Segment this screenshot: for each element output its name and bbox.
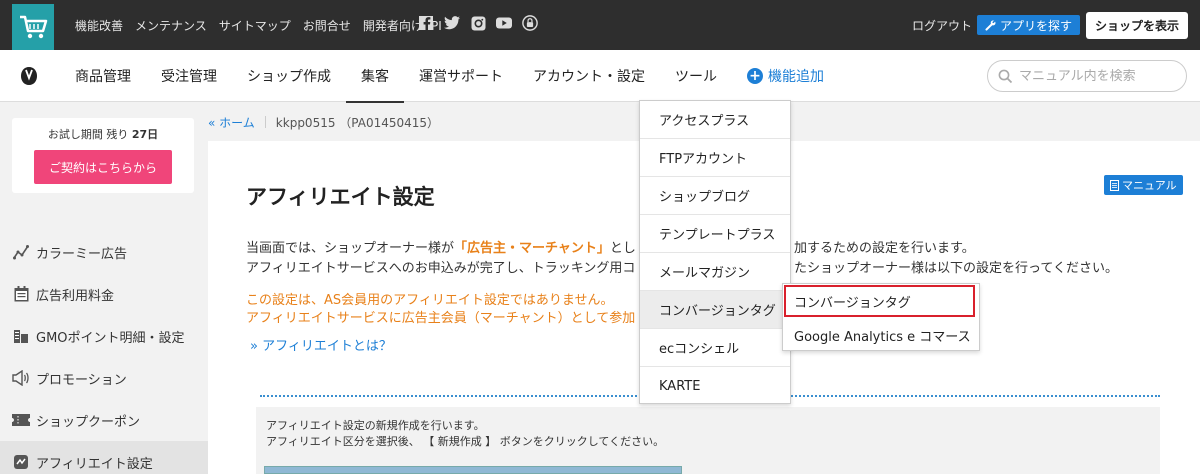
sidebar-item-ad-fees[interactable]: 広告利用料金 [0, 273, 208, 315]
desc1-highlight: 「広告主・マーチャント」 [454, 241, 610, 256]
youtube-icon[interactable] [496, 15, 512, 31]
megaphone-icon [12, 369, 30, 387]
menu-item-ec-concierge[interactable]: ecコンシェル [640, 329, 790, 367]
trial-prefix: お試し期間 残り [47, 128, 129, 141]
facebook-icon[interactable] [418, 15, 434, 31]
main-nav: 商品管理 受注管理 ショップ作成 集客 運営サポート アカウント・設定 ツール … [0, 50, 1200, 103]
sidebar-item-shop-coupon[interactable]: ショップクーポン [0, 399, 208, 441]
nav-add-feature[interactable]: + 機能追加 [732, 50, 839, 102]
info-line-2: アフィリエイト区分を選択後、 【 新規作成 】 ボタンをクリックしてください。 [266, 435, 665, 448]
sidebar-item-affiliate[interactable]: アフィリエイト設定 [0, 441, 208, 474]
chart-line-icon [12, 243, 30, 261]
sidebar-item-colorme-ads[interactable]: カラーミー広告 [0, 231, 208, 273]
trial-box: お試し期間 残り 27日 ご契約はこちらから [12, 118, 194, 193]
nav-tools[interactable]: ツール [660, 50, 732, 102]
find-apps-label: アプリを探す [1000, 18, 1073, 33]
toplink-sitemap[interactable]: サイトマップ [219, 17, 291, 34]
instagram-icon[interactable] [470, 15, 486, 31]
warning-line-2: アフィリエイトサービスに広告主会員（マーチャント）として参加 [246, 311, 636, 326]
submenu-item-conversion-tag[interactable]: コンバージョンタグ [783, 284, 979, 318]
sidebar-item-label: ショップクーポン [36, 414, 141, 430]
desc1-post: とし [609, 241, 636, 256]
lock-icon[interactable] [522, 15, 538, 31]
logout-link[interactable]: ログアウト [912, 17, 972, 34]
trial-remaining: お試し期間 残り 27日 [12, 126, 194, 142]
menu-item-conversion-tag[interactable]: コンバージョンタグ [640, 291, 790, 329]
warning-line-1: この設定は、AS会員用のアフィリエイト設定ではありません。 [246, 293, 614, 308]
nav-shop-build[interactable]: ショップ作成 [232, 50, 346, 102]
breadcrumb-divider [264, 116, 266, 128]
breadcrumb-home[interactable]: « ホーム [208, 114, 255, 131]
toplink-maintenance[interactable]: メンテナンス [135, 17, 207, 34]
affiliate-icon [12, 453, 30, 471]
trial-days: 27日 [131, 128, 159, 141]
menu-item-ftp-account[interactable]: FTPアカウント [640, 139, 790, 177]
sidebar-item-label: GMOポイント明細・設定 [36, 330, 185, 346]
desc1-pre: 当画面では、ショップオーナー様が [246, 241, 455, 256]
description-line-1: 当画面では、ショップオーナー様が「広告主・マーチャント」とし [246, 237, 636, 256]
menu-item-template-plus[interactable]: テンプレートプラス [640, 215, 790, 253]
search-icon [998, 69, 1013, 83]
manual-search[interactable] [987, 60, 1187, 92]
menu-item-mail-magazine[interactable]: メールマガジン [640, 253, 790, 291]
conversion-tag-submenu: コンバージョンタグ Google Analytics e コマース [782, 283, 980, 351]
toplink-contact[interactable]: お問合せ [303, 17, 351, 34]
sidebar: お試し期間 残り 27日 ご契約はこちらから カラーミー広告 広告利用料金 GM… [0, 103, 208, 474]
find-apps-button[interactable]: アプリを探す [977, 15, 1081, 35]
brand-icon[interactable] [20, 66, 38, 90]
search-input[interactable] [1019, 68, 1169, 84]
view-shop-button[interactable]: ショップを表示 [1086, 12, 1188, 39]
sidebar-item-label: カラーミー広告 [36, 246, 128, 262]
shop-logo[interactable] [12, 4, 54, 50]
toplink-improvement[interactable]: 機能改善 [75, 17, 123, 34]
calendar-icon [12, 285, 30, 303]
cart-icon [20, 15, 48, 39]
nav-add-feature-label: 機能追加 [768, 69, 824, 85]
description-line-2: アフィリエイトサービスへのお申込みが完了し、トラッキング用コ [246, 261, 636, 276]
breadcrumb-shop-id: kkpp0515 （PA01450415） [275, 115, 440, 130]
contract-button[interactable]: ご契約はこちらから [34, 150, 172, 184]
nav-orders[interactable]: 受注管理 [146, 50, 232, 102]
manual-button[interactable]: マニュアル [1104, 175, 1183, 195]
sidebar-item-label: アフィリエイト設定 [36, 456, 153, 472]
menu-item-access-plus[interactable]: アクセスプラス [640, 101, 790, 139]
description-line-2-tail: たショップオーナー様は以下の設定を行ってください。 [794, 261, 1118, 276]
wrench-icon [985, 19, 996, 31]
manual-button-label: マニュアル [1122, 179, 1177, 192]
coupon-icon [12, 411, 30, 429]
twitter-icon[interactable] [444, 15, 460, 31]
nav-products[interactable]: 商品管理 [60, 50, 146, 102]
sidebar-item-promotion[interactable]: プロモーション [0, 357, 208, 399]
create-info-box: アフィリエイト設定の新規作成を行います。 アフィリエイト区分を選択後、 【 新規… [256, 407, 1160, 474]
nav-account-settings[interactable]: アカウント・設定 [518, 50, 660, 102]
info-line-1: アフィリエイト設定の新規作成を行います。 [266, 419, 485, 432]
sidebar-item-gmo-points[interactable]: GMOポイント明細・設定 [0, 315, 208, 357]
submenu-item-google-analytics-ecommerce[interactable]: Google Analytics e コマース [783, 318, 979, 352]
top-bar: 機能改善 メンテナンス サイトマップ お問合せ 開発者向けAPI ログアウト ア… [0, 0, 1200, 50]
sidebar-item-label: プロモーション [36, 372, 127, 388]
nav-support[interactable]: 運営サポート [404, 50, 518, 102]
tools-dropdown-menu: アクセスプラス FTPアカウント ショップブログ テンプレートプラス メールマガ… [639, 100, 791, 404]
what-is-affiliate-link[interactable]: » アフィリエイトとは？ [250, 335, 392, 354]
category-table-header [264, 466, 682, 474]
description-line-1-tail: 加するための設定を行います。 [794, 241, 975, 256]
sidebar-item-label: 広告利用料金 [36, 288, 115, 304]
page-title: アフィリエイト設定 [246, 185, 435, 209]
nav-marketing[interactable]: 集客 [346, 50, 404, 103]
plus-circle-icon: + [747, 68, 763, 84]
menu-item-shop-blog[interactable]: ショップブログ [640, 177, 790, 215]
document-icon [1110, 179, 1119, 191]
coins-icon [12, 327, 30, 345]
menu-item-karte[interactable]: KARTE [640, 367, 790, 405]
